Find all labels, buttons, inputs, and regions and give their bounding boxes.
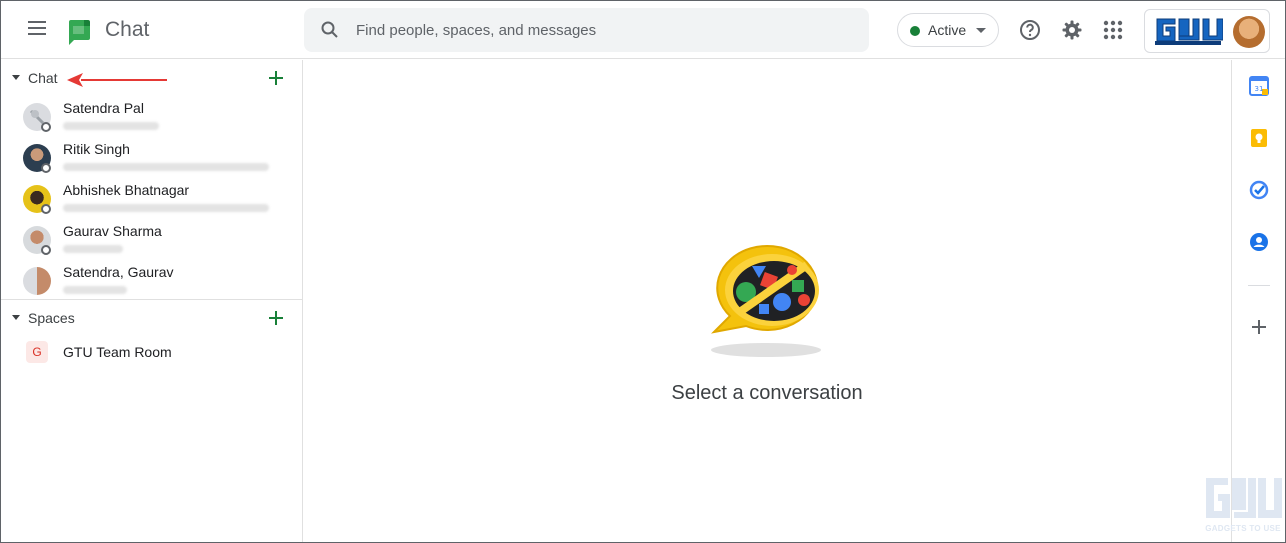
settings-icon[interactable]	[1061, 19, 1083, 41]
chat-item-name: Satendra, Gaurav	[63, 264, 174, 280]
side-panel-divider	[1248, 285, 1270, 286]
message-preview	[63, 245, 123, 253]
presence-indicator	[41, 122, 51, 132]
tasks-icon[interactable]	[1249, 180, 1269, 200]
keep-icon[interactable]	[1249, 128, 1269, 148]
presence-indicator	[41, 163, 51, 173]
chat-item-satendra-pal[interactable]: Satendra Pal	[1, 98, 303, 139]
main-menu-button[interactable]	[23, 17, 51, 43]
chat-item-name: Abhishek Bhatnagar	[63, 182, 190, 198]
chat-item-name: Gaurav Sharma	[63, 223, 162, 239]
chevron-down-icon	[976, 28, 986, 33]
space-item-gtu-team-room[interactable]: G GTU Team Room	[1, 340, 303, 364]
space-name: GTU Team Room	[63, 344, 172, 360]
message-preview	[63, 204, 269, 212]
spaces-section-label: Spaces	[28, 310, 75, 326]
caret-down-icon	[12, 315, 20, 320]
brand-logo	[1153, 16, 1223, 46]
contacts-icon[interactable]	[1249, 232, 1269, 252]
watermark-logo: GADGETS TO USE	[1204, 476, 1282, 536]
message-preview	[63, 163, 269, 171]
annotation-arrow	[67, 73, 167, 87]
chat-item-ritik-singh[interactable]: Ritik Singh	[1, 139, 303, 180]
chat-item-abhishek-bhatnagar[interactable]: Abhishek Bhatnagar	[1, 180, 303, 221]
chat-item-gaurav-sharma[interactable]: Gaurav Sharma	[1, 221, 303, 262]
section-divider	[1, 299, 303, 300]
calendar-icon[interactable]: 31	[1249, 76, 1269, 96]
chat-item-name: Satendra Pal	[63, 100, 144, 116]
search-input[interactable]	[356, 18, 846, 42]
menu-icon	[28, 21, 46, 23]
chat-item-name: Ritik Singh	[63, 141, 130, 157]
chat-logo-icon	[68, 20, 90, 45]
help-icon[interactable]	[1019, 19, 1041, 41]
chat-item-group-satendra-gaurav[interactable]: Satendra, Gaurav	[1, 262, 303, 303]
presence-indicator	[41, 204, 51, 214]
status-dropdown[interactable]: Active	[897, 13, 999, 47]
watermark-text: GADGETS TO USE	[1205, 524, 1281, 533]
conversation-area: Select a conversation	[304, 60, 1230, 542]
spaces-section-header[interactable]: Spaces	[1, 301, 303, 335]
chat-section-header[interactable]: Chat	[1, 61, 303, 95]
svg-text:31: 31	[1255, 85, 1264, 93]
watermark-glyph	[1206, 478, 1282, 518]
avatar	[23, 267, 51, 295]
message-preview	[63, 122, 159, 130]
status-label: Active	[928, 22, 967, 38]
caret-down-icon	[12, 75, 20, 80]
side-panel: 31	[1231, 60, 1285, 542]
add-icon[interactable]	[1249, 317, 1269, 337]
presence-indicator	[41, 245, 51, 255]
start-chat-button[interactable]	[265, 67, 287, 89]
app-title: Chat	[105, 18, 150, 41]
status-indicator	[910, 26, 920, 36]
empty-state-illustration	[711, 245, 821, 357]
left-sidebar: Chat Satendra Pal Ritik Singh Abhishek B…	[1, 60, 303, 542]
chat-section-label: Chat	[28, 70, 58, 86]
search-icon	[321, 21, 338, 38]
account-switcher[interactable]	[1144, 9, 1270, 53]
search-bar[interactable]	[304, 8, 869, 52]
space-initial-avatar: G	[26, 341, 48, 363]
top-bar: Chat Active	[1, 1, 1285, 59]
add-space-button[interactable]	[265, 307, 287, 329]
apps-grid-icon[interactable]	[1102, 19, 1124, 41]
empty-state-text: Select a conversation	[671, 382, 863, 404]
account-avatar	[1233, 16, 1265, 48]
message-preview	[63, 286, 127, 294]
